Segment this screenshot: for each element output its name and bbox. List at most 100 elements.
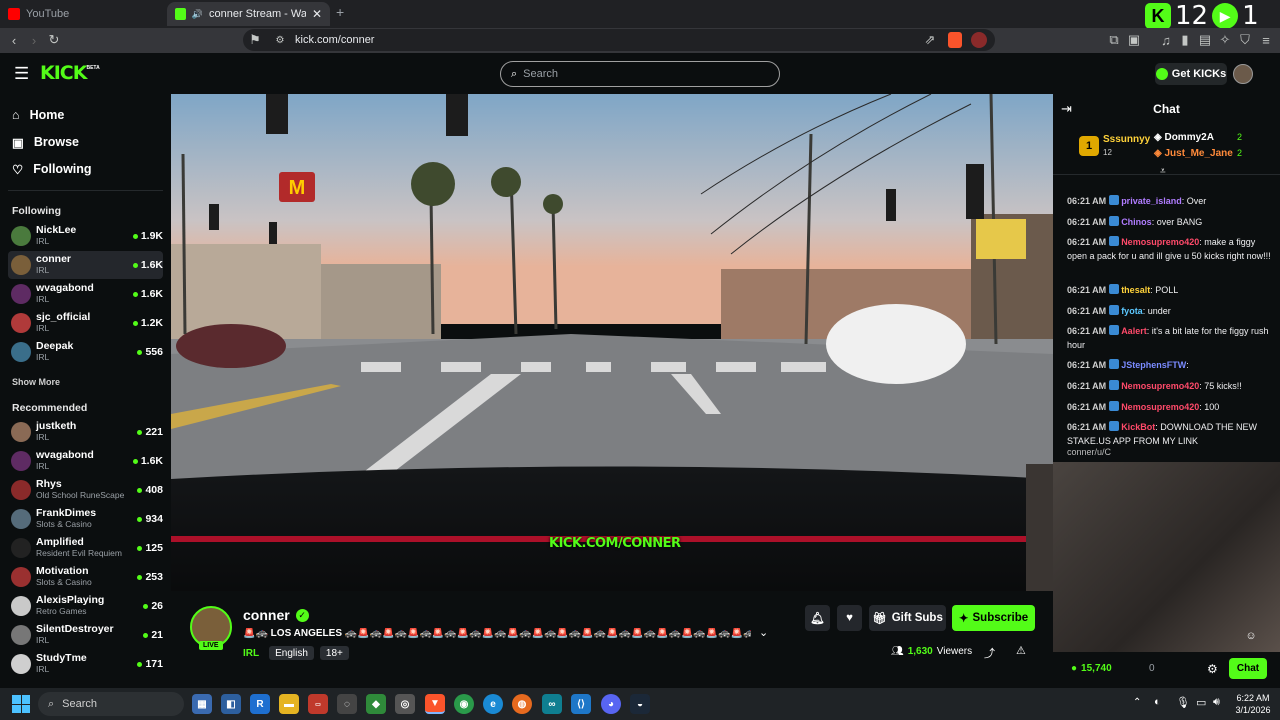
- sidebar-channel-deepak[interactable]: Deepak IRL 556: [8, 338, 163, 366]
- sidebar-channel-studytme[interactable]: StudyTme IRL 171: [8, 650, 163, 678]
- send-chat-button[interactable]: Chat: [1229, 658, 1267, 679]
- user-avatar[interactable]: [1233, 64, 1253, 84]
- app-icon[interactable]: R: [250, 694, 270, 714]
- sidebar-channel-wvagabond[interactable]: wvagabond IRL 1.6K: [8, 280, 163, 308]
- taskbar-clock[interactable]: 6:22 AM 3/1/2026: [1230, 692, 1276, 716]
- channel-name: Rhys: [36, 478, 62, 490]
- wallet-icon[interactable]: ▤: [1197, 31, 1213, 49]
- taskbar-search[interactable]: ⌕ Search: [38, 692, 184, 716]
- chat-username[interactable]: KickBot: [1121, 422, 1155, 432]
- file-explorer-icon[interactable]: ▬: [279, 694, 299, 714]
- chat-link-fragment[interactable]: conner/u/C: [1067, 447, 1111, 457]
- tray-app-icon[interactable]: ◐: [1154, 696, 1161, 708]
- new-tab-button[interactable]: +: [336, 4, 344, 20]
- brave-rewards-icon[interactable]: [971, 32, 987, 48]
- nav-following[interactable]: ♡ Following: [12, 158, 92, 180]
- app-icon[interactable]: ◎: [395, 694, 415, 714]
- get-kicks-button[interactable]: Get KICKs: [1155, 63, 1227, 85]
- media-icon[interactable]: ♫: [1158, 31, 1174, 49]
- chat-username[interactable]: Nemosupremo420: [1121, 381, 1199, 391]
- sidebar-channel-frankdimes[interactable]: FrankDimes Slots & Casino 934: [8, 505, 163, 533]
- app-icon[interactable]: ◆: [366, 694, 386, 714]
- gift-subs-button[interactable]: 🎁︎ Gift Subs: [869, 605, 946, 631]
- chat-username[interactable]: thesalt: [1121, 285, 1150, 295]
- edge-icon[interactable]: e: [483, 694, 503, 714]
- chat-settings-icon[interactable]: ⚙: [1207, 662, 1218, 676]
- chat-username[interactable]: JStephensFTW: [1121, 360, 1186, 370]
- hamburger-menu-icon[interactable]: ☰: [14, 64, 29, 84]
- bookmark-icon[interactable]: ⚑: [247, 31, 263, 49]
- channel-points[interactable]: ● 15,740: [1071, 663, 1112, 674]
- tray-chevron-icon[interactable]: ⌃: [1133, 697, 1141, 708]
- chrome-icon[interactable]: ◉: [454, 694, 474, 714]
- sidebar-channel-amplified[interactable]: Amplified Resident Evil Requiem 125: [8, 534, 163, 562]
- category-link[interactable]: IRL: [243, 646, 259, 660]
- network-icon[interactable]: ▭: [1196, 696, 1206, 709]
- tab-conner-stream[interactable]: 🔊 conner Stream - Watch Live o ✕: [167, 2, 330, 26]
- leo-ai-icon[interactable]: ✧: [1217, 31, 1233, 49]
- tag-language[interactable]: English: [269, 646, 314, 660]
- expand-title-icon[interactable]: ⌄: [759, 626, 768, 639]
- menu-icon[interactable]: ≡: [1258, 31, 1274, 49]
- task-view-icon[interactable]: ▦: [192, 694, 212, 714]
- extensions-icon[interactable]: ⧉: [1106, 31, 1122, 49]
- chat-username[interactable]: Aalert: [1121, 326, 1147, 336]
- sidebar-channel-sjc_official[interactable]: sjc_official IRL 1.2K: [8, 309, 163, 337]
- microphone-icon[interactable]: 🎙︎: [1176, 696, 1190, 709]
- site-info-icon[interactable]: ⚙: [272, 31, 288, 49]
- arduino-icon[interactable]: ∞: [542, 694, 562, 714]
- sidebar-channel-justketh[interactable]: justketh IRL 221: [8, 418, 163, 446]
- forward-icon[interactable]: ›: [26, 31, 42, 49]
- chat-username[interactable]: Nemosupremo420: [1121, 237, 1199, 247]
- chat-username[interactable]: private_island: [1121, 196, 1182, 206]
- app-icon[interactable]: ◌: [337, 694, 357, 714]
- sidebar-channel-nicklee[interactable]: NickLee IRL 1.9K: [8, 222, 163, 250]
- subscribe-button[interactable]: ✦ Subscribe: [952, 605, 1035, 631]
- sidebar-channel-wvagabond[interactable]: wvagabond IRL 1.6K: [8, 447, 163, 475]
- streamer-name[interactable]: conner: [243, 607, 290, 623]
- sidebar-icon[interactable]: ▮: [1177, 31, 1193, 49]
- chat-username[interactable]: fyota: [1121, 306, 1143, 316]
- channel-info: StudyTme IRL: [36, 653, 137, 675]
- app-icon[interactable]: ◧: [221, 694, 241, 714]
- chat-username[interactable]: Nemosupremo420: [1121, 402, 1199, 412]
- sidebar-channel-alexisplaying[interactable]: AlexisPlaying Retro Games 26: [8, 592, 163, 620]
- video-player[interactable]: M KICK.COM/CONNER: [171, 94, 1053, 591]
- address-bar[interactable]: kick.com/conner: [243, 29, 995, 51]
- show-more-link[interactable]: Show More: [12, 377, 60, 387]
- discord-icon[interactable]: ◕: [601, 694, 621, 714]
- firefox-icon[interactable]: ◍: [512, 694, 532, 714]
- search-input[interactable]: ⌕ Search: [500, 61, 780, 87]
- sidebar-channel-conner[interactable]: conner IRL 1.6K: [8, 251, 163, 279]
- kicks-coin-icon: [1155, 68, 1168, 80]
- brave-browser-icon[interactable]: ▼: [425, 694, 445, 714]
- kick-logo[interactable]: KICK BETA: [40, 62, 100, 84]
- tab-youtube[interactable]: YouTube: [0, 2, 165, 26]
- back-icon[interactable]: ‹: [6, 31, 22, 49]
- share-icon[interactable]: ⤴: [984, 645, 995, 661]
- expand-leaderboard-icon[interactable]: ⩡: [1160, 166, 1166, 177]
- sidebar-channel-motivation[interactable]: Motivation Slots & Casino 253: [8, 563, 163, 591]
- close-tab-icon[interactable]: ✕: [312, 7, 322, 21]
- sidebar-channel-rhys[interactable]: Rhys Old School RuneScape 408: [8, 476, 163, 504]
- volume-icon[interactable]: 🔊︎: [1213, 696, 1220, 709]
- follow-button[interactable]: ♥: [837, 605, 862, 631]
- nav-home[interactable]: ⌂ Home: [12, 104, 64, 126]
- search-icon: ⌕: [48, 697, 55, 710]
- emoji-icon[interactable]: ☺: [1241, 626, 1261, 646]
- nav-browse[interactable]: ▣ Browse: [12, 131, 79, 153]
- vpn-icon[interactable]: ⛉: [1237, 31, 1253, 49]
- brave-shield-icon[interactable]: [948, 32, 962, 48]
- tag-age[interactable]: 18+: [319, 646, 349, 660]
- screenshot-icon[interactable]: ▣: [1126, 31, 1142, 49]
- notification-bell-button[interactable]: 🔔︎: [805, 605, 830, 631]
- chat-username[interactable]: Chinos: [1121, 217, 1152, 227]
- vscode-icon[interactable]: ⟨⟩: [571, 694, 591, 714]
- windows-start-icon[interactable]: [12, 695, 30, 713]
- share-icon[interactable]: ⇗: [922, 31, 938, 49]
- steam-icon[interactable]: ◒: [630, 694, 650, 714]
- app-icon[interactable]: ▭: [308, 694, 328, 714]
- reload-icon[interactable]: ↻: [46, 31, 62, 49]
- sidebar-channel-silentdestroyer[interactable]: SilentDestroyer IRL 21: [8, 621, 163, 649]
- report-icon[interactable]: ⚠: [1016, 644, 1026, 657]
